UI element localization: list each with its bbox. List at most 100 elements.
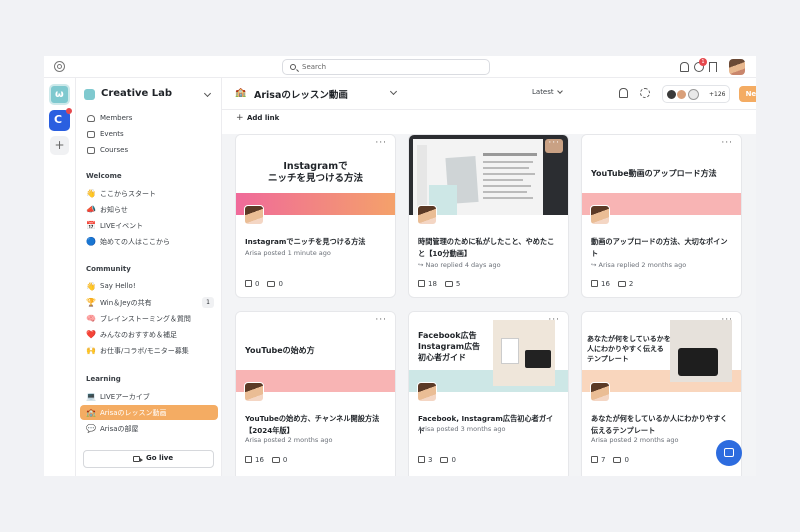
book-icon <box>87 147 95 154</box>
page-title[interactable]: Arisaのレッスン動画 <box>254 87 348 101</box>
post-title[interactable]: 時間管理のために私がしたこと、やめたこと【10分動画】 <box>418 236 560 259</box>
like-icon[interactable] <box>418 280 425 287</box>
brain-icon: 🧠 <box>86 314 96 323</box>
author-avatar[interactable] <box>590 205 610 225</box>
sidebar-item-announcements[interactable]: 📣 お知らせ <box>80 202 218 217</box>
sidebar-item-arisa-room[interactable]: 💬 Arisaの部屋 <box>80 421 218 436</box>
author-avatar[interactable] <box>417 382 437 402</box>
wave-icon: 👋 <box>86 189 96 198</box>
sidebar-item-wins[interactable]: 🏆 Win＆Jeyの共有 1 <box>80 295 218 310</box>
bookmark-icon[interactable] <box>709 62 717 72</box>
post-title[interactable]: Instagramでニッチを見つける方法 <box>245 236 387 248</box>
sidebar-item-first-timers[interactable]: 🔵 始めての人はここから <box>80 234 218 249</box>
author-avatar[interactable] <box>590 382 610 402</box>
more-options-icon[interactable]: ··· <box>375 138 387 148</box>
more-options-icon[interactable]: ··· <box>721 315 733 325</box>
sidebar-item-start-here[interactable]: 👋 ここからスタート <box>80 186 218 201</box>
chevron-down-icon[interactable] <box>557 88 563 94</box>
user-avatar[interactable] <box>729 59 745 75</box>
sidebar-item-label: 始めての人はここから <box>100 238 170 246</box>
add-community-button[interactable]: + <box>50 136 69 155</box>
comment-icon[interactable] <box>440 457 449 463</box>
author-avatar[interactable] <box>417 205 437 225</box>
sidebar-item-live-events[interactable]: 📅 LIVEイベント <box>80 218 218 233</box>
comment-icon[interactable] <box>271 457 280 463</box>
post-card[interactable]: Instagramで ニッチを見つける方法 ··· Instagramでニッチを… <box>235 134 396 298</box>
search-box[interactable] <box>282 59 490 75</box>
go-live-button[interactable]: Go live <box>83 450 214 468</box>
like-icon[interactable] <box>245 456 252 463</box>
chat-fab-button[interactable] <box>716 440 742 466</box>
sidebar-item-courses[interactable]: Courses <box>80 143 218 158</box>
add-link-button[interactable]: Add link <box>247 114 279 122</box>
community-icon-creative-lab[interactable]: ω <box>49 84 70 105</box>
new-post-button[interactable]: New post <box>739 86 756 102</box>
bell-icon[interactable] <box>680 62 689 72</box>
like-icon[interactable] <box>591 280 598 287</box>
go-live-label: Go live <box>146 454 174 462</box>
comment-icon[interactable] <box>267 281 276 287</box>
post-cover: YouTubeの始め方 <box>236 312 395 392</box>
avatar <box>676 89 687 100</box>
search-input[interactable] <box>302 62 482 72</box>
like-icon[interactable] <box>591 456 598 463</box>
more-options-icon[interactable]: ··· <box>548 315 560 325</box>
post-stats: 00 <box>245 280 283 288</box>
post-title[interactable]: 動画のアップロードの方法、大切なポイント <box>591 236 733 259</box>
bell-icon[interactable] <box>619 88 628 98</box>
post-title[interactable]: あなたが何をしているか人にわかりやすく伝えるテンプレート <box>591 413 733 436</box>
trophy-icon: 🏆 <box>86 298 96 307</box>
settings-icon[interactable] <box>54 61 65 72</box>
gear-icon[interactable] <box>640 88 650 98</box>
comment-count: 0 <box>451 456 456 464</box>
comment-count: 0 <box>278 280 283 288</box>
chevron-down-icon[interactable] <box>389 87 398 96</box>
sidebar-item-events[interactable]: Events <box>80 127 218 142</box>
comment-count: 0 <box>624 456 629 464</box>
post-meta: Arisa posted 2 months ago <box>245 436 333 444</box>
like-count: 16 <box>601 280 610 288</box>
chevron-down-icon[interactable] <box>203 89 212 98</box>
post-title[interactable]: YouTubeの始め方、チャンネル開設方法【2024年版】 <box>245 413 387 436</box>
laptop-icon: 💻 <box>86 392 96 401</box>
sidebar-item-members[interactable]: Members <box>80 111 218 126</box>
author-avatar[interactable] <box>244 205 264 225</box>
sidebar-item-label: Arisaのレッスン動画 <box>100 409 167 417</box>
sidebar-item-brainstorm[interactable]: 🧠 ブレインストーミング＆質問 <box>80 311 218 326</box>
post-card[interactable]: YouTubeの始め方 ··· YouTubeの始め方、チャンネル開設方法【20… <box>235 311 396 476</box>
sidebar-item-say-hello[interactable]: 👋 Say Hello! <box>80 279 218 294</box>
top-bar: 1 <box>44 56 756 78</box>
sidebar-item-label: Arisaの部屋 <box>100 425 139 433</box>
comment-icon[interactable] <box>617 281 626 287</box>
sidebar-item-recommendations[interactable]: ❤️ みんなのおすすめ＆補足 <box>80 327 218 342</box>
post-stats: 16 2 <box>591 280 633 288</box>
like-icon[interactable] <box>245 280 252 287</box>
sidebar-item-jobs[interactable]: 🙌 お仕事/コラボ/モニター募集 <box>80 343 218 358</box>
sidebar-item-lesson-videos[interactable]: 🏫 Arisaのレッスン動画 <box>80 405 218 420</box>
cover-title: Instagramで ニッチを見つける方法 <box>267 161 363 184</box>
like-count: 3 <box>428 456 433 464</box>
post-card[interactable]: ··· 時間管理のために私がしたこと、やめたこと【10分動画】 ↪ Nao re… <box>408 134 569 298</box>
community-switcher: ω C + <box>44 78 76 476</box>
post-card[interactable]: YouTube動画のアップロード方法 ··· 動画のアップロードの方法、大切なポ… <box>581 134 742 298</box>
members-preview[interactable]: +126 <box>662 85 730 103</box>
comment-icon[interactable] <box>444 281 453 287</box>
comment-icon[interactable] <box>613 457 622 463</box>
like-icon[interactable] <box>418 456 425 463</box>
sidebar-item-label: お知らせ <box>100 206 128 214</box>
section-title-community: Community <box>86 265 131 273</box>
more-options-icon[interactable]: ··· <box>375 315 387 325</box>
more-options-icon[interactable]: ··· <box>721 138 733 148</box>
community-icon-c[interactable]: C <box>49 108 72 131</box>
search-icon <box>290 64 296 70</box>
author-avatar[interactable] <box>244 382 264 402</box>
plus-icon: + <box>236 113 244 123</box>
community-logo <box>84 89 95 100</box>
cover-title: あなたが何をしているかを 人にわかりやすく伝える テンプレート <box>587 335 671 363</box>
more-options-icon[interactable]: ··· <box>548 138 560 148</box>
post-card[interactable]: Facebook広告 Instagram広告 初心者ガイド ··· Facebo… <box>408 311 569 476</box>
sidebar-item-live-archive[interactable]: 💻 LIVEアーカイブ <box>80 389 218 404</box>
sort-label: Latest <box>532 88 554 96</box>
sort-dropdown[interactable]: Latest <box>532 88 554 96</box>
community-header[interactable]: Creative Lab <box>84 88 214 102</box>
